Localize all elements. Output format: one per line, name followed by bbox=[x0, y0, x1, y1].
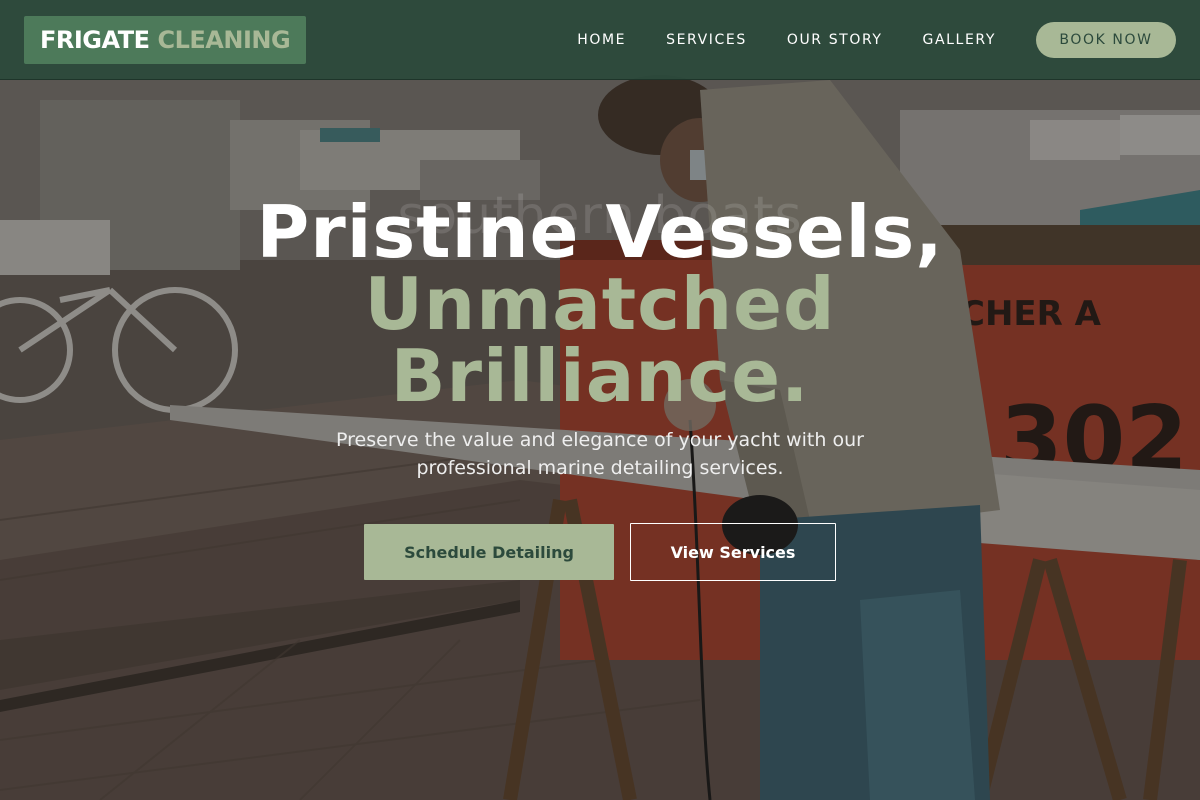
brand-logo[interactable]: FRIGATE CLEANING bbox=[24, 16, 307, 64]
view-services-button[interactable]: View Services bbox=[630, 523, 836, 581]
nav-link-our-story[interactable]: OUR STORY bbox=[787, 32, 883, 48]
hero-title-line1: Pristine Vessels, bbox=[256, 190, 944, 274]
nav-link-gallery[interactable]: GALLERY bbox=[923, 32, 996, 48]
nav-link-services[interactable]: SERVICES bbox=[666, 32, 747, 48]
nav-link-home[interactable]: HOME bbox=[577, 32, 626, 48]
main-nav: HOME SERVICES OUR STORY GALLERY BOOK NOW bbox=[577, 22, 1176, 58]
brand-name-first: FRIGATE bbox=[40, 26, 150, 54]
hero-cta-group: Schedule Detailing View Services bbox=[0, 523, 1200, 581]
schedule-detailing-button[interactable]: Schedule Detailing bbox=[364, 524, 614, 580]
book-now-button[interactable]: BOOK NOW bbox=[1036, 22, 1176, 58]
page: 302 CHER A FRIGATE CLEANING HOME SERVICE… bbox=[0, 0, 1200, 800]
hero-subtitle: Preserve the value and elegance of your … bbox=[336, 429, 864, 479]
hero-section: Pristine Vessels, Unmatched Brilliance. … bbox=[0, 196, 1200, 581]
hero-title: Pristine Vessels, Unmatched Brilliance. bbox=[0, 196, 1200, 412]
brand-name-second: CLEANING bbox=[157, 26, 291, 54]
hero-title-line2: Unmatched Brilliance. bbox=[364, 262, 836, 418]
site-header: FRIGATE CLEANING HOME SERVICES OUR STORY… bbox=[0, 0, 1200, 80]
